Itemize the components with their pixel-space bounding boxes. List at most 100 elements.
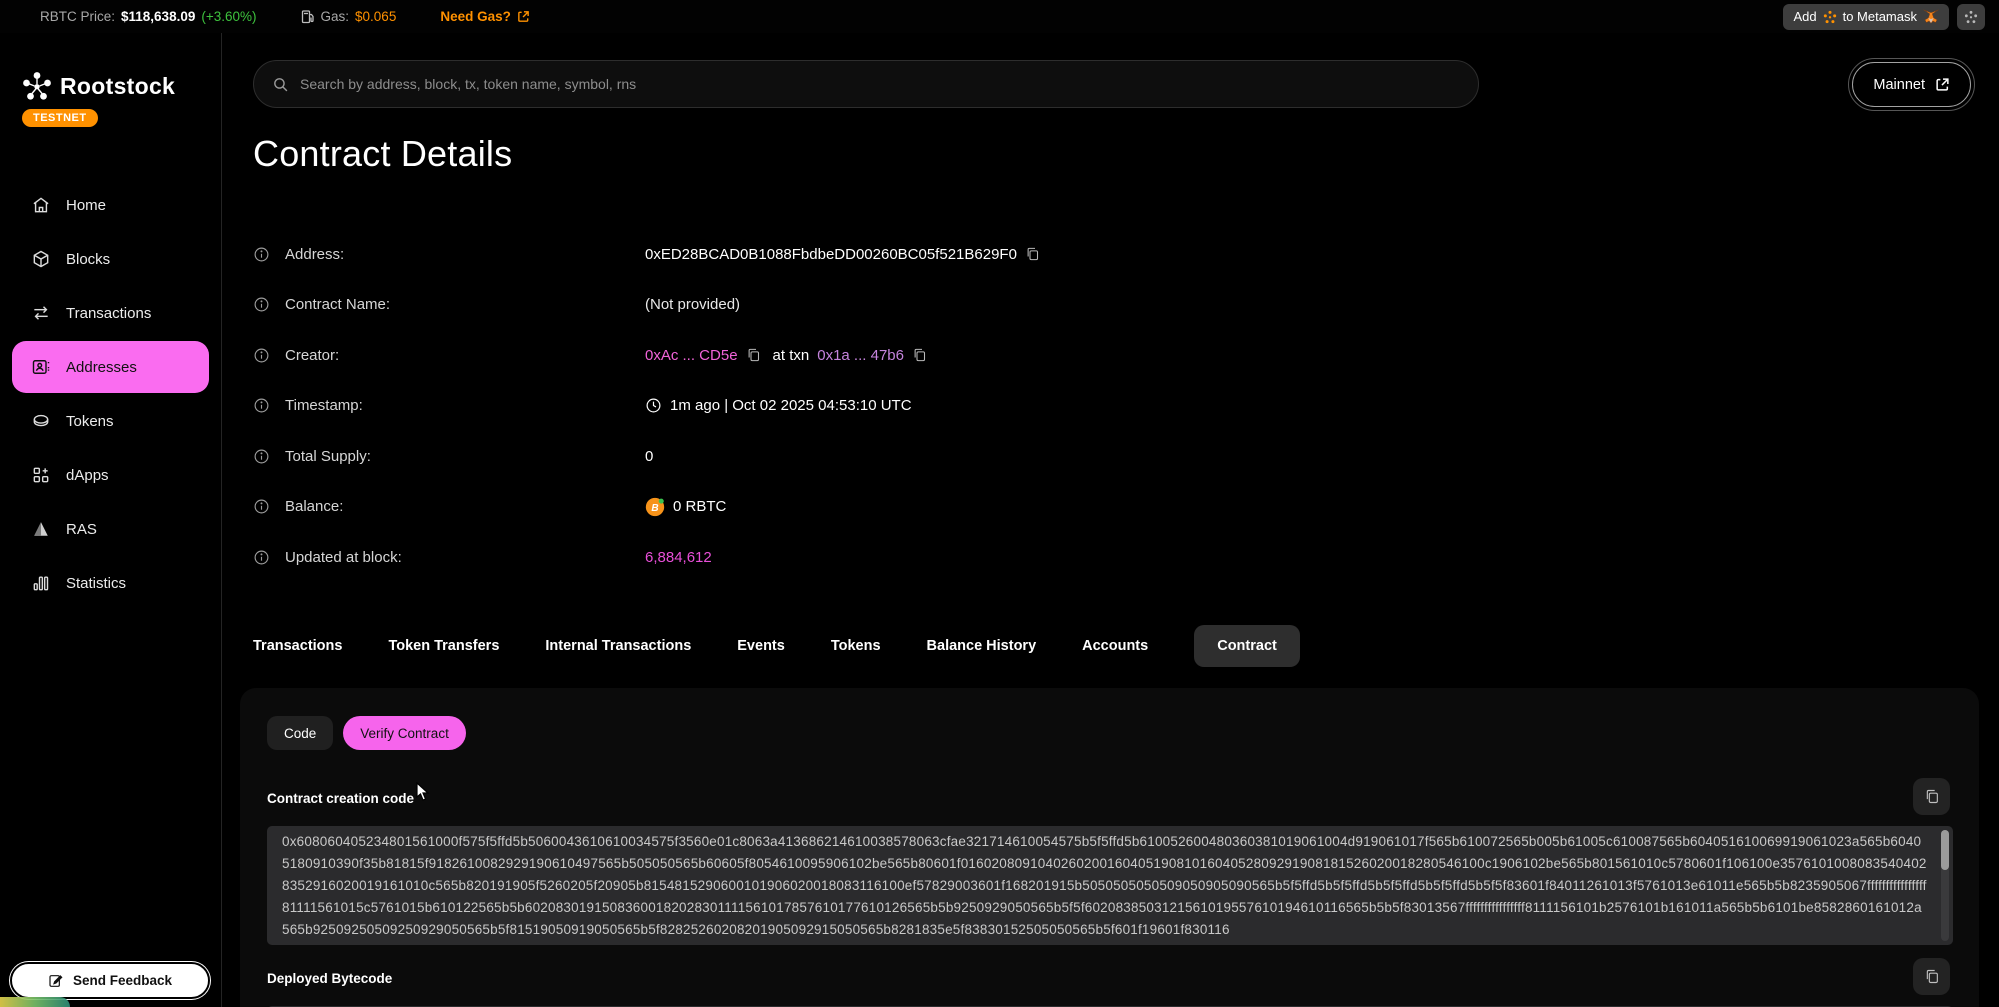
- info-icon: [253, 549, 271, 566]
- sidebar-item-statistics[interactable]: Statistics: [12, 557, 209, 609]
- copy-icon[interactable]: [1025, 246, 1040, 262]
- external-link-icon: [1935, 77, 1950, 92]
- updated-block-link[interactable]: 6,884,612: [645, 549, 712, 566]
- creator-middle-text: at txn: [773, 347, 810, 364]
- add-to-metamask-button[interactable]: Add to Metamask: [1783, 4, 1949, 30]
- sidebar-item-addresses[interactable]: Addresses: [12, 341, 209, 393]
- contract-name-value: (Not provided): [645, 296, 740, 313]
- detail-row-balance: Balance: B 0 RBTC: [253, 482, 1953, 533]
- detail-tabs: Transactions Token Transfers Internal Tr…: [253, 625, 1300, 667]
- search-input[interactable]: [300, 76, 1460, 92]
- rbtc-token-icon: B: [645, 497, 665, 517]
- tab-token-transfers[interactable]: Token Transfers: [388, 625, 499, 667]
- rootstock-logo-icon: [22, 71, 52, 101]
- need-gas-link[interactable]: Need Gas?: [440, 9, 530, 24]
- sidebar-item-dapps[interactable]: dApps: [12, 449, 209, 501]
- send-feedback-button[interactable]: Send Feedback: [10, 962, 210, 999]
- sidebar-item-label: Statistics: [66, 575, 126, 592]
- sidebar-item-label: RAS: [66, 521, 97, 538]
- tab-contract[interactable]: Contract: [1194, 625, 1300, 667]
- sidebar-item-home[interactable]: Home: [12, 179, 209, 231]
- coin-icon: [30, 411, 52, 431]
- brand-name: Rootstock: [60, 73, 175, 100]
- detail-label: Address:: [285, 246, 645, 263]
- sidebar-item-label: Home: [66, 197, 106, 214]
- sidebar-item-tokens[interactable]: Tokens: [12, 395, 209, 447]
- detail-label: Contract Name:: [285, 296, 645, 313]
- sidebar-item-ras[interactable]: RAS: [12, 503, 209, 555]
- sidebar-item-blocks[interactable]: Blocks: [12, 233, 209, 285]
- rootstock-apps-button[interactable]: [1957, 4, 1985, 30]
- info-icon: [253, 498, 271, 515]
- corner-decoration: [0, 997, 70, 1007]
- gas-pump-icon: [301, 9, 315, 24]
- timestamp-value: 1m ago | Oct 02 2025 04:53:10 UTC: [670, 397, 912, 414]
- brand[interactable]: Rootstock: [0, 33, 221, 101]
- detail-label: Creator:: [285, 347, 645, 364]
- detail-row-total-supply: Total Supply: 0: [253, 431, 1953, 482]
- rbtc-price-label: RBTC Price:: [40, 9, 115, 24]
- cube-icon: [30, 249, 52, 269]
- creation-code-text: 0x608060405234801561000f575f5ffd5b506004…: [282, 834, 1927, 937]
- copy-creation-code-button[interactable]: [1913, 778, 1950, 815]
- tab-events[interactable]: Events: [737, 625, 785, 667]
- rbtc-price-value: $118,638.09: [121, 9, 195, 24]
- tab-accounts[interactable]: Accounts: [1082, 625, 1148, 667]
- search-icon: [272, 76, 289, 93]
- external-link-icon: [517, 10, 530, 23]
- info-icon: [253, 448, 271, 465]
- copy-icon[interactable]: [746, 347, 761, 363]
- creation-code-label: Contract creation code: [267, 791, 414, 806]
- copy-icon[interactable]: [912, 347, 927, 363]
- feedback-pencil-icon: [48, 973, 64, 989]
- add-metamask-prefix-label: Add: [1793, 9, 1816, 24]
- balance-value: 0 RBTC: [673, 498, 726, 515]
- detail-row-contract-name: Contract Name: (Not provided): [253, 280, 1953, 331]
- scrollbar-thumb[interactable]: [1941, 830, 1949, 870]
- contract-details-list: Address: 0xED28BCAD0B1088FbdbeDD00260BC0…: [253, 229, 1953, 583]
- bar-chart-icon: [30, 573, 52, 593]
- detail-row-updated-block: Updated at block: 6,884,612: [253, 532, 1953, 583]
- info-icon: [253, 246, 271, 263]
- detail-label: Updated at block:: [285, 549, 645, 566]
- verify-contract-button[interactable]: Verify Contract: [343, 716, 466, 750]
- tab-transactions[interactable]: Transactions: [253, 625, 342, 667]
- home-icon: [30, 195, 52, 215]
- sidebar-item-label: Addresses: [66, 359, 137, 376]
- transfer-arrows-icon: [30, 303, 52, 323]
- detail-label: Balance:: [285, 498, 645, 515]
- creator-address-link[interactable]: 0xAc ... CD5e: [645, 347, 738, 364]
- mouse-cursor: [415, 782, 432, 802]
- detail-row-address: Address: 0xED28BCAD0B1088FbdbeDD00260BC0…: [253, 229, 1953, 280]
- need-gas-label[interactable]: Need Gas?: [440, 9, 511, 24]
- info-icon: [253, 347, 271, 364]
- address-card-icon: [30, 357, 52, 377]
- copy-deployed-bytecode-button[interactable]: [1913, 958, 1950, 995]
- tab-internal-transactions[interactable]: Internal Transactions: [545, 625, 691, 667]
- sidebar-item-label: dApps: [66, 467, 109, 484]
- creator-txn-link[interactable]: 0x1a ... 47b6: [817, 347, 904, 364]
- sidebar-item-transactions[interactable]: Transactions: [12, 287, 209, 339]
- network-button-label: Mainnet: [1873, 77, 1925, 93]
- search-bar[interactable]: [253, 60, 1479, 108]
- rbtc-price-group: RBTC Price: $118,638.09 (+3.60%): [40, 9, 257, 24]
- network-badge: TESTNET: [22, 109, 98, 127]
- creation-code-box[interactable]: 0x608060405234801561000f575f5ffd5b506004…: [267, 826, 1953, 945]
- total-supply-value: 0: [645, 448, 653, 465]
- network-switch-button[interactable]: Mainnet: [1852, 62, 1971, 107]
- sidebar-item-label: Transactions: [66, 305, 151, 322]
- detail-label: Timestamp:: [285, 397, 645, 414]
- tab-balance-history[interactable]: Balance History: [927, 625, 1037, 667]
- sidebar-menu: Home Blocks Transactions: [0, 179, 221, 609]
- rootstock-grid-icon: [1964, 10, 1978, 24]
- rbtc-price-change: (+3.60%): [201, 9, 256, 24]
- sidebar: Rootstock TESTNET Home Blocks: [0, 33, 222, 1007]
- page-title: Contract Details: [253, 133, 512, 175]
- ras-triangle-icon: [30, 520, 52, 538]
- clock-icon: [645, 397, 662, 414]
- tab-tokens[interactable]: Tokens: [831, 625, 881, 667]
- gas-label: Gas:: [321, 9, 350, 24]
- dapps-grid-icon: [30, 465, 52, 485]
- address-value: 0xED28BCAD0B1088FbdbeDD00260BC05f521B629…: [645, 246, 1017, 263]
- code-button[interactable]: Code: [267, 716, 333, 750]
